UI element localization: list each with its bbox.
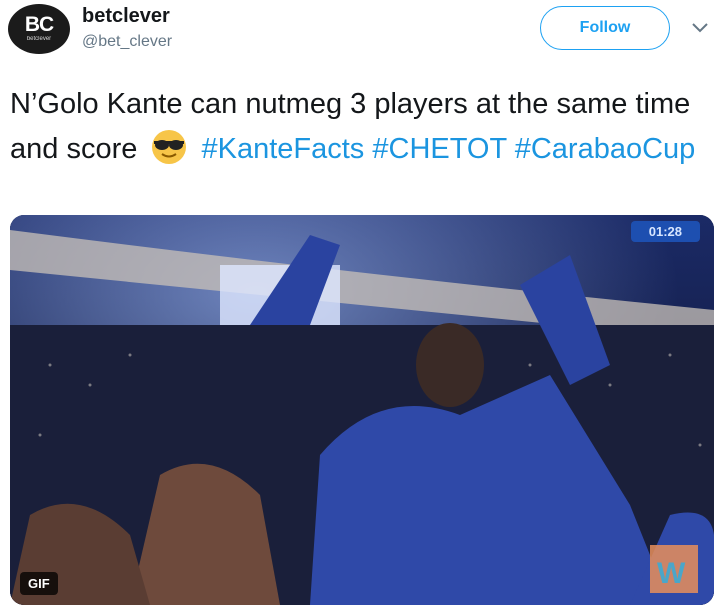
svg-text:W: W (657, 557, 686, 590)
duration-label: 01:28 (630, 221, 700, 242)
gif-player[interactable]: W 01:28 GIF (10, 215, 714, 605)
gif-frame: W (10, 215, 714, 605)
tweet-header: BC betclever betclever @bet_clever Follo… (0, 0, 720, 64)
hashtag-link[interactable]: #CarabaoCup (515, 133, 696, 165)
gif-badge: GIF (20, 572, 58, 595)
hashtag-link[interactable]: #KanteFacts (201, 133, 364, 165)
account-name[interactable]: betclever (82, 5, 170, 28)
avatar-monogram: BC (24, 13, 54, 36)
tweet-text: N’Golo Kante can nutmeg 3 players at the… (10, 82, 700, 171)
sunglasses-emoji-icon (149, 126, 189, 166)
hashtag-link[interactable]: #CHETOT (372, 133, 506, 165)
account-handle[interactable]: @bet_clever (82, 33, 172, 51)
follow-button[interactable]: Follow (540, 6, 670, 50)
avatar-subtext: betclever (26, 36, 52, 42)
avatar[interactable]: BC betclever (8, 4, 70, 54)
chevron-down-icon[interactable] (690, 18, 710, 38)
